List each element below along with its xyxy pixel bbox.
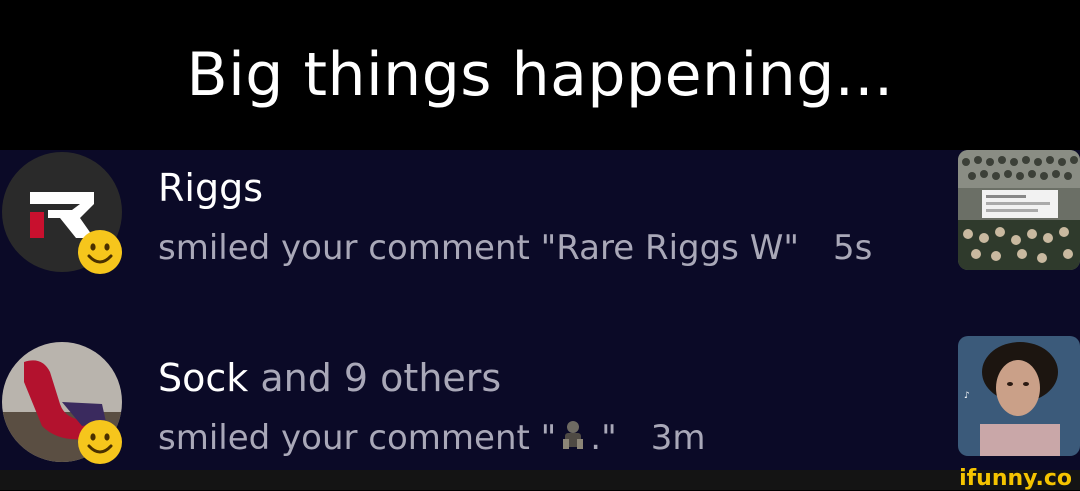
tiktok-video-thumbnail[interactable]: ♪ [958,336,1080,456]
notifications-panel: Riggs smiled your comment "Rare Riggs W"… [0,150,1080,470]
svg-text:♪: ♪ [964,391,970,401]
notification-name: Riggs [158,166,263,210]
notification-item[interactable]: Sock and 9 others smiled your comment ".… [0,336,1080,480]
crowd-photo-thumbnail[interactable] [958,150,1080,270]
action-text: smiled your comment "Rare Riggs W" [158,228,799,268]
footer-bar [0,470,1080,490]
notification-description: smiled your comment " ." 3m [158,418,706,458]
others-count[interactable]: and 9 others [248,356,501,400]
notification-item[interactable]: Riggs smiled your comment "Rare Riggs W"… [0,150,1080,290]
ifunny-watermark: ifunny.co [959,466,1072,491]
caption-text: Big things happening... [186,40,894,110]
smiley-icon [76,418,124,466]
smiley-icon [76,228,124,276]
figure-emoji-icon [558,419,588,453]
timestamp: 3m [650,418,706,458]
timestamp: 5s [832,228,873,268]
action-text: smiled your comment " [158,418,557,458]
meme-caption: Big things happening... [0,0,1080,150]
action-text-end: ." [590,418,617,458]
user-name[interactable]: Riggs [158,166,263,210]
notification-description: smiled your comment "Rare Riggs W" 5s [158,228,872,268]
user-name[interactable]: Sock [158,356,248,400]
notification-name: Sock and 9 others [158,356,501,400]
